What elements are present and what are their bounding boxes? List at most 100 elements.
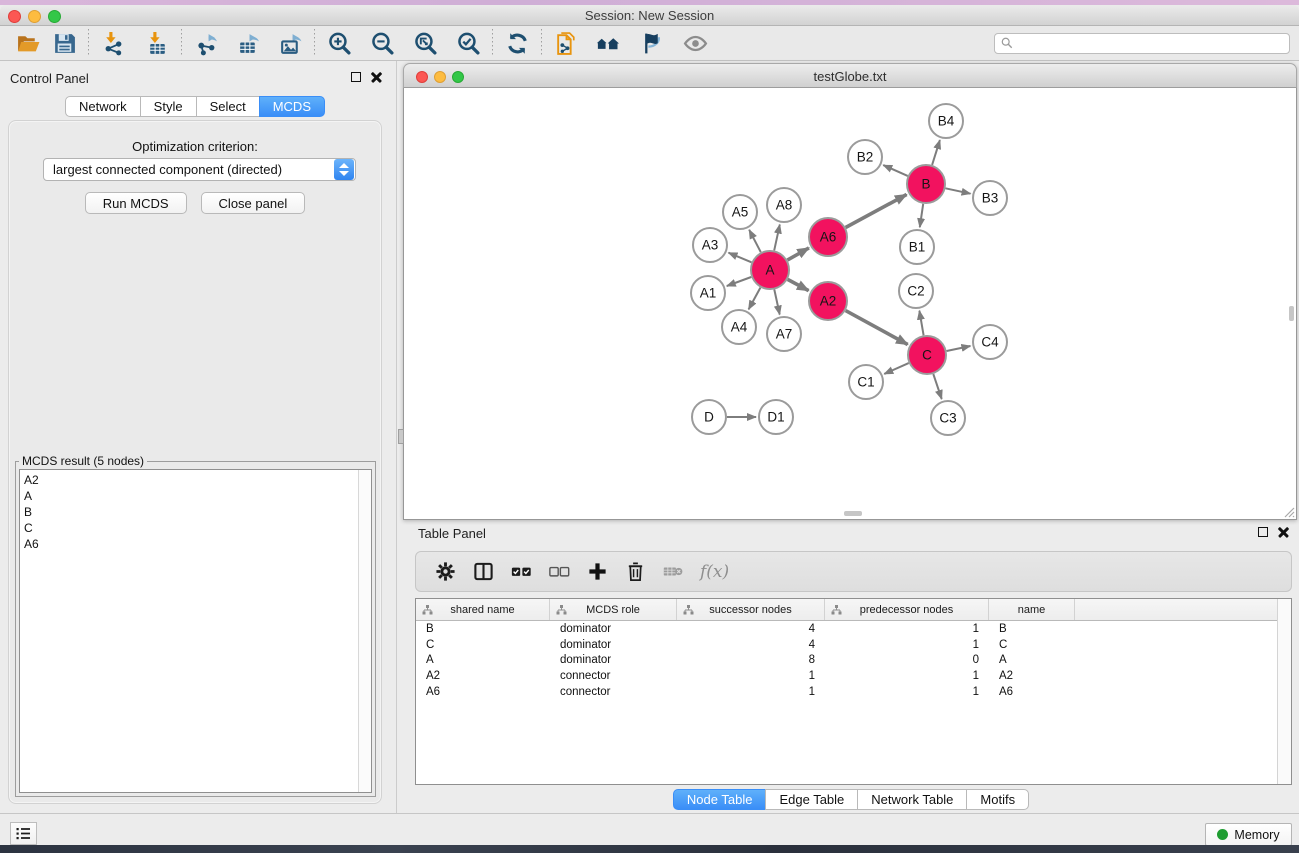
minimize-window-button[interactable] [28, 10, 41, 23]
import-table-button[interactable] [140, 28, 174, 58]
task-history-button[interactable] [10, 822, 37, 845]
graph-node-B2[interactable]: B2 [848, 140, 882, 174]
graph-edge-A6-B[interactable] [846, 195, 907, 228]
table-cell[interactable]: connector [550, 670, 677, 682]
table-cell[interactable]: B [989, 623, 1075, 635]
split-columns-button[interactable] [464, 555, 502, 589]
table-cell[interactable]: 1 [825, 639, 989, 651]
dropdown-stepper-icon[interactable] [334, 159, 354, 180]
table-cell[interactable]: C [416, 639, 550, 651]
tab-select[interactable]: Select [196, 96, 260, 117]
table-cell[interactable]: 1 [677, 686, 825, 698]
tab-node-table[interactable]: Node Table [673, 789, 767, 810]
close-panel-icon[interactable] [371, 71, 382, 82]
graph-node-A6[interactable]: A6 [809, 218, 847, 256]
graph-edge-A-A1[interactable] [727, 277, 751, 286]
tab-network-table[interactable]: Network Table [857, 789, 967, 810]
graph-edge-A-A6[interactable] [787, 248, 809, 260]
criterion-dropdown[interactable]: largest connected component (directed) [43, 158, 356, 181]
mcds-result-item[interactable]: B [24, 504, 371, 520]
graph-node-D[interactable]: D [692, 400, 726, 434]
network-minimize-button[interactable] [434, 71, 446, 83]
deselect-all-button[interactable] [540, 555, 578, 589]
main-window-titlebar[interactable]: Session: New Session [0, 5, 1299, 26]
table-row[interactable]: A6connector11A6 [416, 684, 1291, 700]
table-cell[interactable]: A [989, 654, 1075, 666]
table-row[interactable]: Adominator80A [416, 652, 1291, 668]
graph-node-A5[interactable]: A5 [723, 195, 757, 229]
delete-table-button[interactable] [654, 555, 692, 589]
graph-edge-A-A8[interactable] [774, 225, 780, 251]
float-table-panel-icon[interactable] [1258, 527, 1268, 537]
table-cell[interactable]: A6 [416, 686, 550, 698]
table-row[interactable]: Cdominator41C [416, 637, 1291, 653]
graph-node-C1[interactable]: C1 [849, 365, 883, 399]
memory-button[interactable]: Memory [1205, 823, 1292, 846]
graph-node-A4[interactable]: A4 [722, 310, 756, 344]
graph-edge-B-B1[interactable] [920, 204, 923, 227]
table-row[interactable]: A2connector11A2 [416, 668, 1291, 684]
table-cell[interactable]: C [989, 639, 1075, 651]
table-cell[interactable]: dominator [550, 623, 677, 635]
delete-row-button[interactable] [616, 555, 654, 589]
table-cell[interactable]: 0 [825, 654, 989, 666]
table-cell[interactable]: 8 [677, 654, 825, 666]
graph-edge-C-C2[interactable] [919, 311, 923, 336]
graph-node-A[interactable]: A [751, 251, 789, 289]
float-panel-icon[interactable] [351, 72, 361, 82]
mcds-result-item[interactable]: A6 [24, 536, 371, 552]
refresh-view-button[interactable] [500, 28, 534, 58]
run-mcds-button[interactable]: Run MCDS [85, 192, 187, 214]
table-cell[interactable]: dominator [550, 639, 677, 651]
graph-node-D1[interactable]: D1 [759, 400, 793, 434]
mcds-result-listbox[interactable]: A2ABCA6 [19, 469, 372, 793]
graph-node-B4[interactable]: B4 [929, 104, 963, 138]
search-input[interactable] [1017, 36, 1283, 50]
import-network-button[interactable] [96, 28, 130, 58]
table-cell[interactable]: dominator [550, 654, 677, 666]
graph-node-C2[interactable]: C2 [899, 274, 933, 308]
graph-edge-A-A5[interactable] [749, 230, 761, 252]
column-header-MCDS-role[interactable]: MCDS role [550, 599, 677, 620]
splitter-thumb[interactable] [398, 429, 404, 444]
tab-style[interactable]: Style [140, 96, 197, 117]
mcds-result-item[interactable]: A [24, 488, 371, 504]
table-cell[interactable]: A [416, 654, 550, 666]
network-zoom-button[interactable] [452, 71, 464, 83]
export-image-button[interactable] [273, 28, 307, 58]
table-row[interactable]: Bdominator41B [416, 621, 1291, 637]
save-session-button[interactable] [47, 28, 81, 58]
table-cell[interactable]: A2 [416, 670, 550, 682]
home-button[interactable] [590, 28, 624, 58]
graph-edge-B-B3[interactable] [946, 188, 971, 193]
table-cell[interactable]: 1 [825, 670, 989, 682]
close-panel-button[interactable]: Close panel [201, 192, 306, 214]
table-cell[interactable]: A6 [989, 686, 1075, 698]
column-header-shared-name[interactable]: shared name [416, 599, 550, 620]
table-cell[interactable]: 1 [825, 686, 989, 698]
table-cell[interactable]: 1 [677, 670, 825, 682]
graph-node-A3[interactable]: A3 [693, 228, 727, 262]
graph-edge-A-A4[interactable] [749, 288, 761, 310]
tab-motifs[interactable]: Motifs [966, 789, 1029, 810]
graph-node-A7[interactable]: A7 [767, 317, 801, 351]
open-session-button[interactable] [11, 28, 45, 58]
zoom-in-button[interactable] [322, 28, 356, 58]
table-scrollbar[interactable] [1277, 599, 1291, 784]
graph-edge-B-B4[interactable] [932, 140, 940, 165]
network-canvas[interactable]: AA1A2A3A4A5A6A7A8BB1B2B3B4CC1C2C3C4DD1 [403, 88, 1297, 520]
table-cell[interactable]: 4 [677, 639, 825, 651]
column-header-successor-nodes[interactable]: successor nodes [677, 599, 825, 620]
graph-edge-C-C1[interactable] [884, 363, 908, 374]
graph-node-C3[interactable]: C3 [931, 401, 965, 435]
graph-node-B1[interactable]: B1 [900, 230, 934, 264]
graph-node-A8[interactable]: A8 [767, 188, 801, 222]
graph-edge-C-C4[interactable] [947, 346, 971, 351]
canvas-vscroll-thumb[interactable] [1289, 306, 1294, 321]
table-cell[interactable]: 4 [677, 623, 825, 635]
zoom-out-button[interactable] [365, 28, 399, 58]
zoom-fit-button[interactable] [408, 28, 442, 58]
graph-node-C4[interactable]: C4 [973, 325, 1007, 359]
result-scrollbar[interactable] [358, 470, 371, 792]
zoom-selected-button[interactable] [451, 28, 485, 58]
